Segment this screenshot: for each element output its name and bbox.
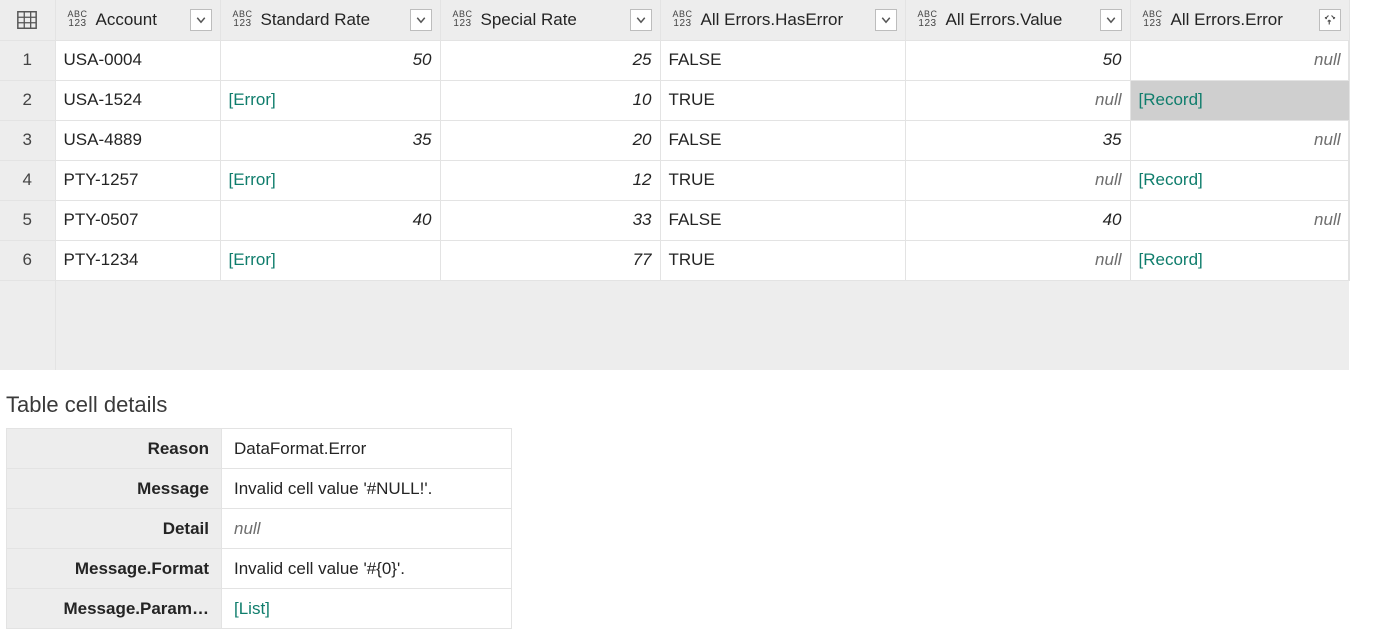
cell-has-error[interactable]: FALSE (660, 40, 905, 80)
column-name: All Errors.Error (1171, 10, 1315, 30)
column-filter-button[interactable] (875, 9, 897, 31)
cell-special-rate[interactable]: 77 (440, 240, 660, 280)
cell-standard-rate[interactable]: 50 (220, 40, 440, 80)
details-table: ReasonDataFormat.ErrorMessageInvalid cel… (6, 428, 512, 629)
cell-special-rate[interactable]: 25 (440, 40, 660, 80)
column-header[interactable]: ABC123Special Rate (440, 0, 660, 40)
column-header[interactable]: ABC123Account (55, 0, 220, 40)
table-icon (0, 0, 55, 40)
cell-standard-rate[interactable]: 40 (220, 200, 440, 240)
details-key: Message.Param… (7, 589, 222, 629)
row-number[interactable]: 5 (0, 200, 55, 240)
cell-special-rate[interactable]: 10 (440, 80, 660, 120)
datatype-any-icon: ABC123 (1139, 8, 1167, 32)
cell-account[interactable]: PTY-0507 (55, 200, 220, 240)
column-filter-button[interactable] (190, 9, 212, 31)
cell-error[interactable]: null (1130, 120, 1349, 160)
cell-error[interactable]: null (1130, 200, 1349, 240)
details-row: Detailnull (7, 509, 512, 549)
row-number[interactable]: 4 (0, 160, 55, 200)
cell-has-error[interactable]: TRUE (660, 160, 905, 200)
table-row[interactable]: 5PTY-05074033FALSE40null (0, 200, 1349, 240)
details-value: Invalid cell value '#{0}'. (222, 549, 512, 589)
column-name: Standard Rate (261, 10, 406, 30)
grid-empty-area (0, 280, 55, 370)
details-row: MessageInvalid cell value '#NULL!'. (7, 469, 512, 509)
data-grid[interactable]: ABC123AccountABC123Standard RateABC123Sp… (0, 0, 1350, 370)
details-key: Detail (7, 509, 222, 549)
table-row[interactable]: 4PTY-1257[Error]12TRUEnull[Record] (0, 160, 1349, 200)
details-key: Message.Format (7, 549, 222, 589)
column-name: Special Rate (481, 10, 626, 30)
cell-has-error[interactable]: FALSE (660, 200, 905, 240)
row-number[interactable]: 3 (0, 120, 55, 160)
row-number[interactable]: 6 (0, 240, 55, 280)
column-name: Account (96, 10, 186, 30)
cell-error[interactable]: [Record] (1130, 240, 1349, 280)
column-filter-button[interactable] (410, 9, 432, 31)
table-row[interactable]: 3USA-48893520FALSE35null (0, 120, 1349, 160)
grid-empty-area (0, 280, 1349, 370)
cell-account[interactable]: PTY-1257 (55, 160, 220, 200)
column-filter-button[interactable] (630, 9, 652, 31)
details-key: Message (7, 469, 222, 509)
row-number[interactable]: 1 (0, 40, 55, 80)
details-value: null (222, 509, 512, 549)
column-name: All Errors.HasError (701, 10, 871, 30)
details-row: Message.Param…[List] (7, 589, 512, 629)
expand-column-button[interactable] (1319, 9, 1341, 31)
cell-standard-rate[interactable]: [Error] (220, 160, 440, 200)
column-name: All Errors.Value (946, 10, 1096, 30)
table-row[interactable]: 2USA-1524[Error]10TRUEnull[Record] (0, 80, 1349, 120)
row-number[interactable]: 2 (0, 80, 55, 120)
cell-value[interactable]: 50 (905, 40, 1130, 80)
datatype-any-icon: ABC123 (669, 8, 697, 32)
cell-error[interactable]: [Record] (1130, 80, 1349, 120)
column-header[interactable]: ABC123Standard Rate (220, 0, 440, 40)
select-all-corner[interactable] (0, 0, 55, 40)
cell-special-rate[interactable]: 12 (440, 160, 660, 200)
cell-standard-rate[interactable]: 35 (220, 120, 440, 160)
cell-has-error[interactable]: TRUE (660, 240, 905, 280)
cell-value[interactable]: null (905, 80, 1130, 120)
cell-account[interactable]: USA-4889 (55, 120, 220, 160)
details-row: ReasonDataFormat.Error (7, 429, 512, 469)
details-title: Table cell details (6, 392, 1388, 418)
cell-value[interactable]: 35 (905, 120, 1130, 160)
cell-value[interactable]: 40 (905, 200, 1130, 240)
grid-empty-area (55, 280, 1349, 370)
details-key: Reason (7, 429, 222, 469)
cell-has-error[interactable]: FALSE (660, 120, 905, 160)
cell-error[interactable]: null (1130, 40, 1349, 80)
cell-account[interactable]: USA-0004 (55, 40, 220, 80)
cell-account[interactable]: USA-1524 (55, 80, 220, 120)
details-value: DataFormat.Error (222, 429, 512, 469)
cell-has-error[interactable]: TRUE (660, 80, 905, 120)
datatype-any-icon: ABC123 (229, 8, 257, 32)
cell-error[interactable]: [Record] (1130, 160, 1349, 200)
cell-value[interactable]: null (905, 240, 1130, 280)
column-filter-button[interactable] (1100, 9, 1122, 31)
details-value[interactable]: [List] (222, 589, 512, 629)
column-header[interactable]: ABC123All Errors.Value (905, 0, 1130, 40)
details-value: Invalid cell value '#NULL!'. (222, 469, 512, 509)
datatype-any-icon: ABC123 (449, 8, 477, 32)
cell-standard-rate[interactable]: [Error] (220, 240, 440, 280)
cell-standard-rate[interactable]: [Error] (220, 80, 440, 120)
cell-special-rate[interactable]: 20 (440, 120, 660, 160)
column-header[interactable]: ABC123All Errors.HasError (660, 0, 905, 40)
datatype-any-icon: ABC123 (914, 8, 942, 32)
table-row[interactable]: 6PTY-1234[Error]77TRUEnull[Record] (0, 240, 1349, 280)
details-row: Message.FormatInvalid cell value '#{0}'. (7, 549, 512, 589)
cell-value[interactable]: null (905, 160, 1130, 200)
column-header[interactable]: ABC123All Errors.Error (1130, 0, 1349, 40)
table-row[interactable]: 1USA-00045025FALSE50null (0, 40, 1349, 80)
cell-account[interactable]: PTY-1234 (55, 240, 220, 280)
cell-special-rate[interactable]: 33 (440, 200, 660, 240)
datatype-any-icon: ABC123 (64, 8, 92, 32)
